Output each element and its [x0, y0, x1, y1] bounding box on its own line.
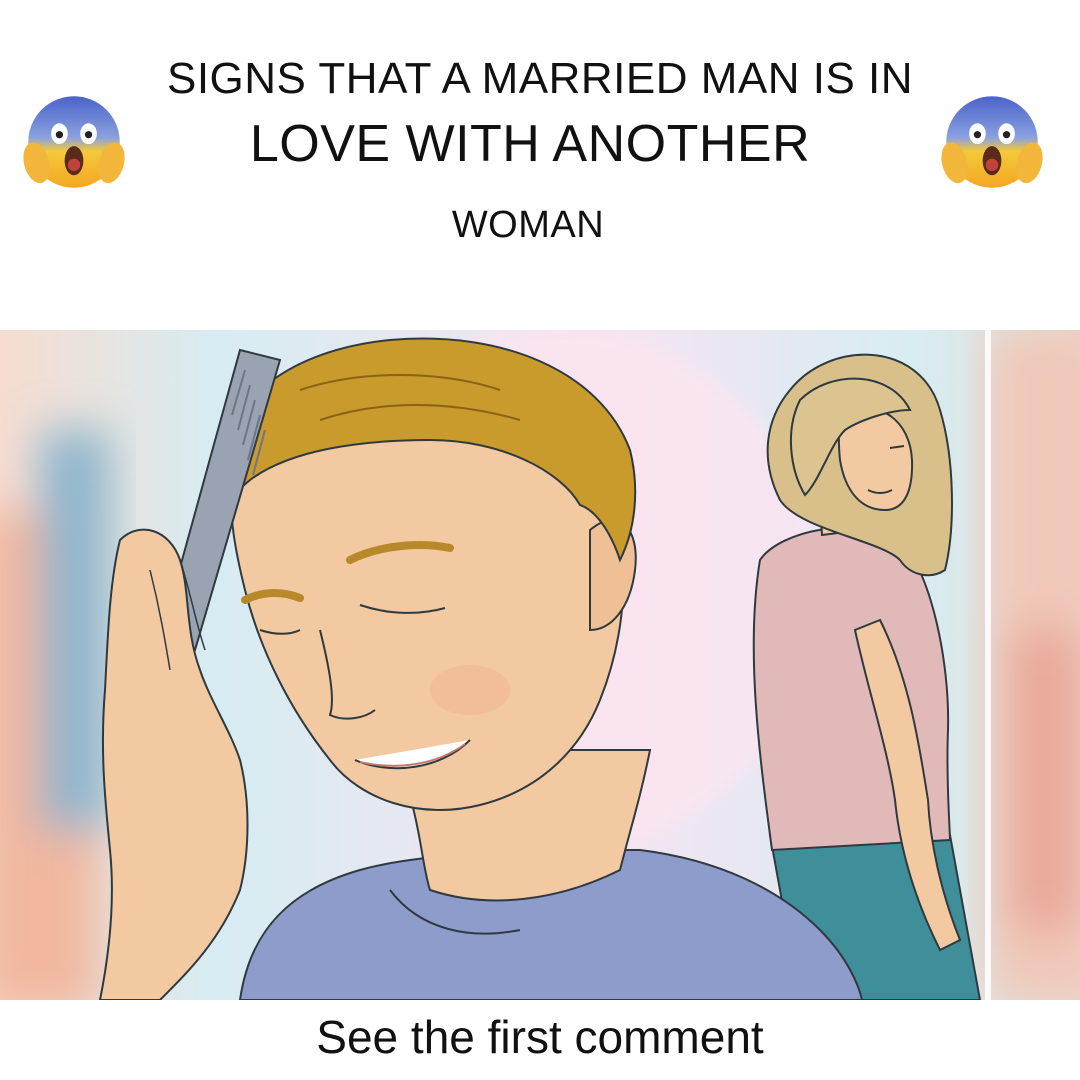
face-screaming-in-fear-icon [941, 96, 1043, 188]
panel-edge-right [985, 330, 991, 1000]
post-header: SIGNS THAT A MARRIED MAN IS IN LOVE WITH… [0, 0, 1080, 330]
see-first-comment-caption: See the first comment [316, 1011, 764, 1063]
post-footer: See the first comment [0, 1000, 1080, 1080]
headline-line-3: WOMAN [451, 204, 605, 246]
face-screaming-in-fear-icon [23, 96, 125, 188]
headline-line-1: SIGNS THAT A MARRIED MAN IS IN [166, 54, 914, 103]
headline-line-2: LOVE WITH ANOTHER [249, 115, 811, 173]
illustration-scene [0, 330, 1080, 1000]
blurred-right-panel [990, 330, 1080, 1000]
blurred-left-panel [0, 430, 110, 1000]
cartoon-illustration [0, 330, 1080, 1000]
